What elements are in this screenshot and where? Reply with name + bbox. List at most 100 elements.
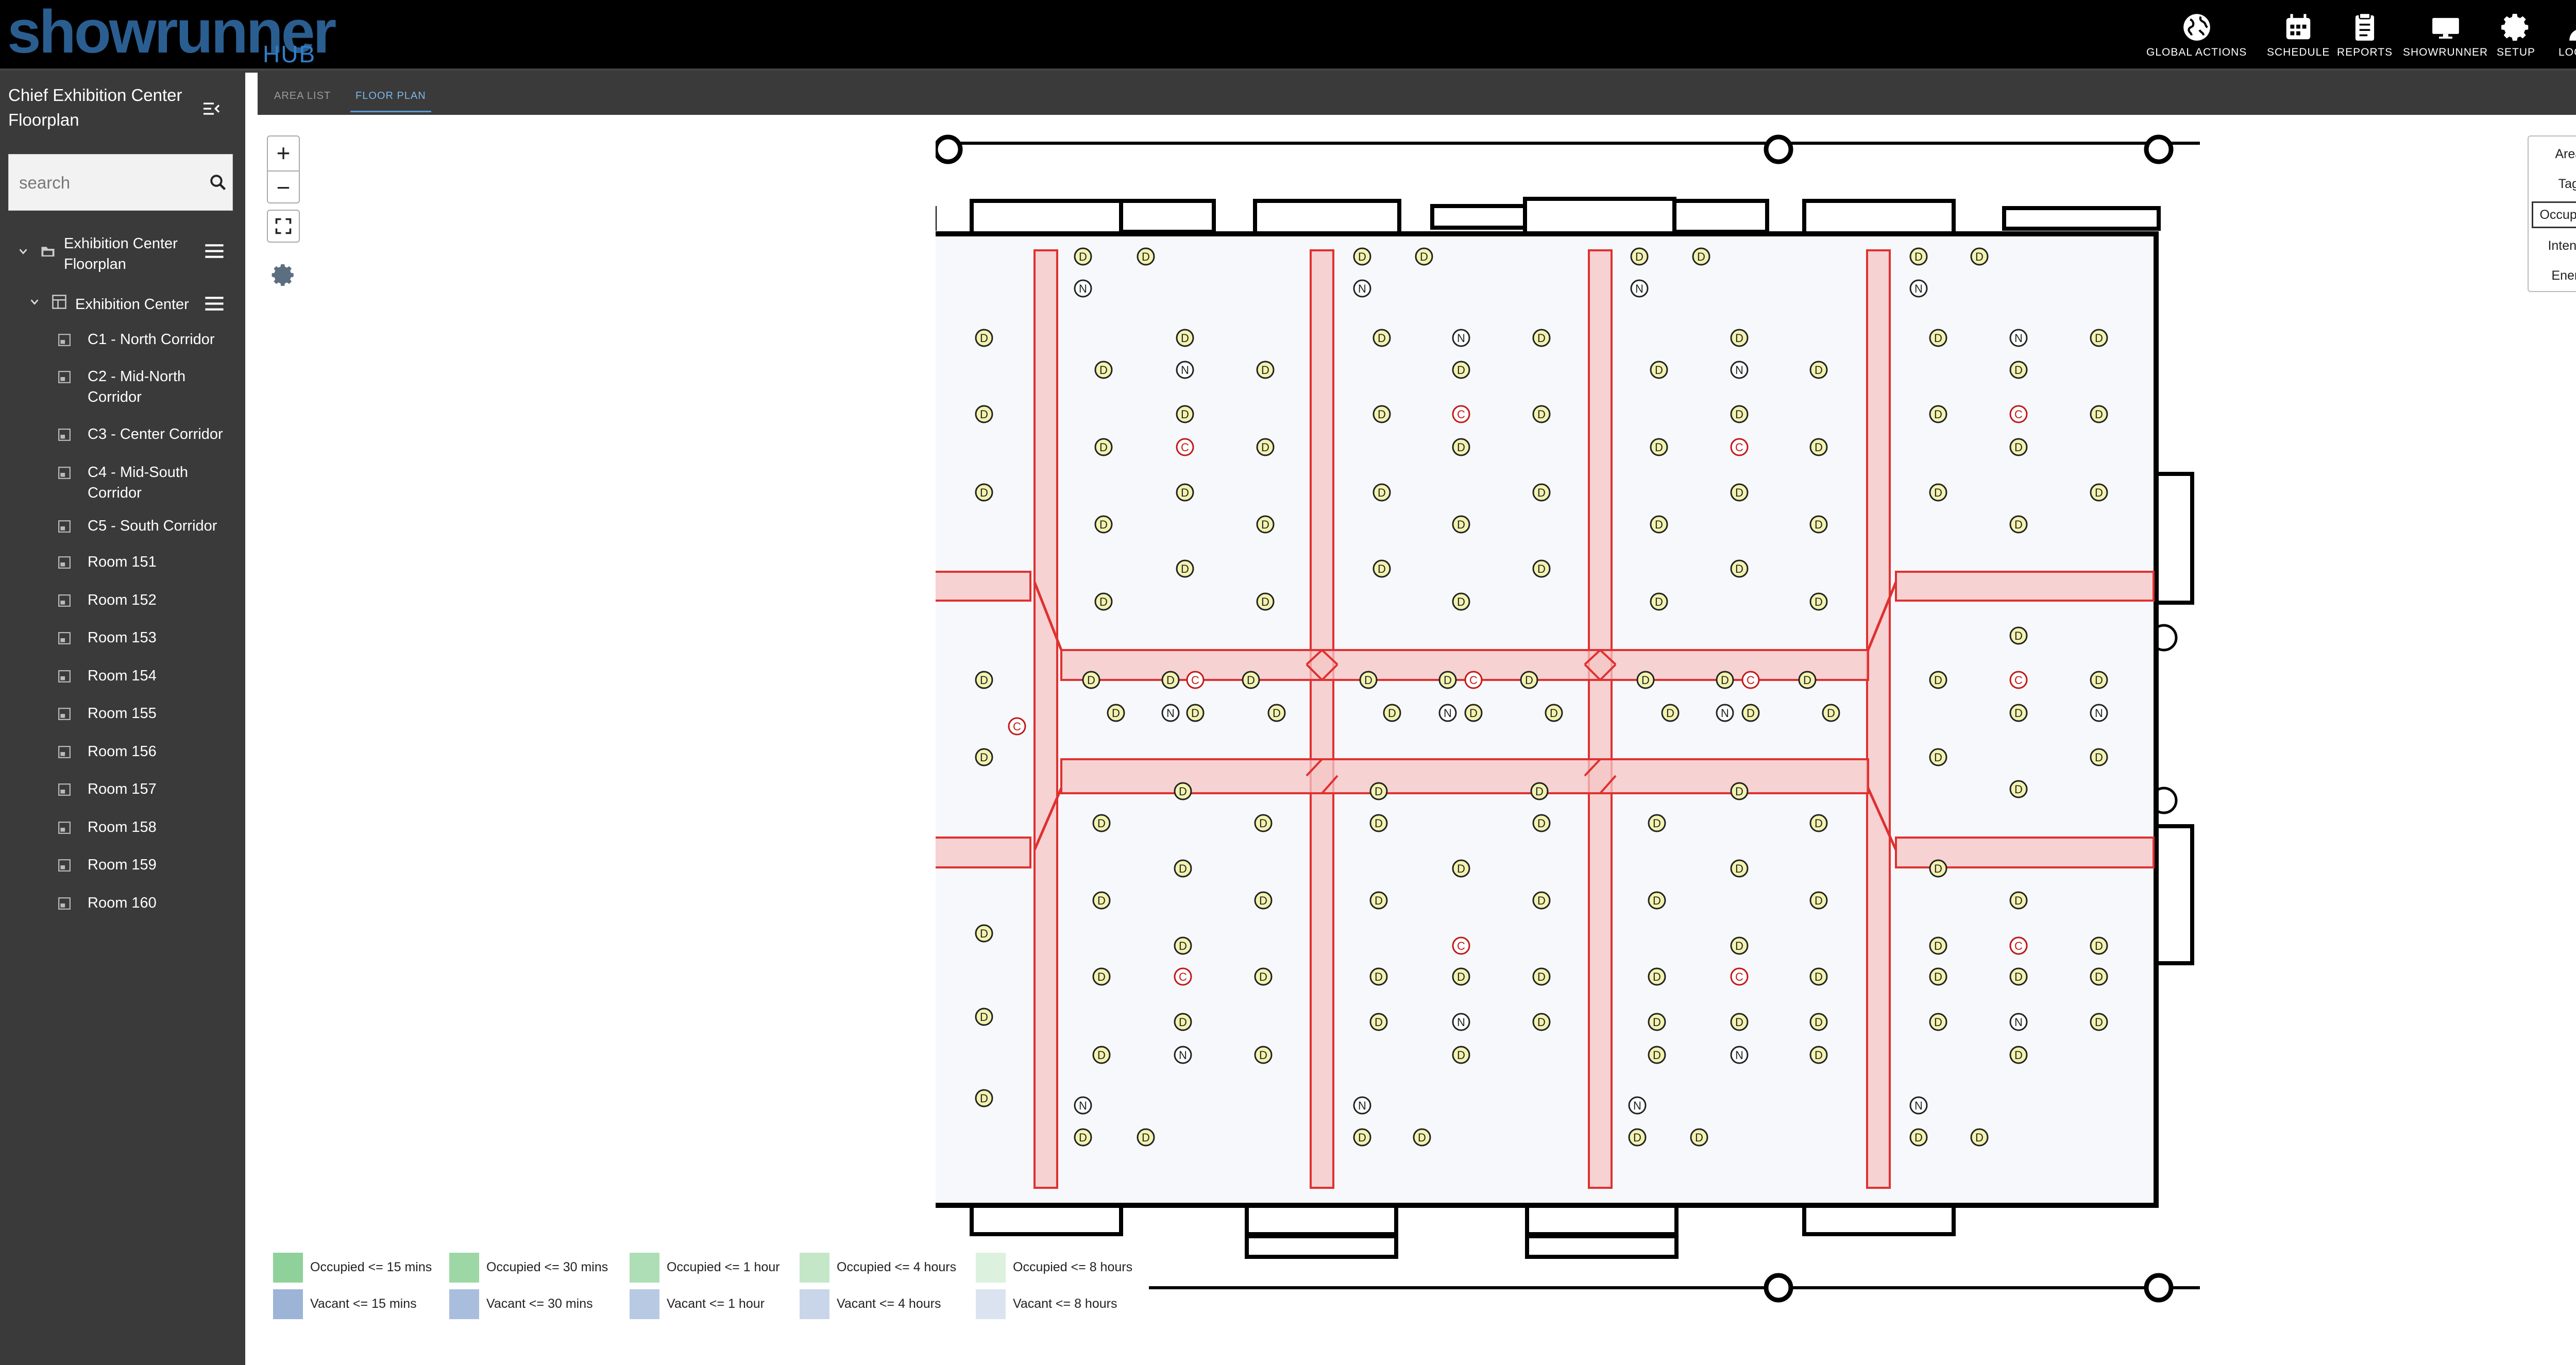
daylight-sensor-marker: D [1690,1128,1708,1147]
zoom-in-button[interactable]: + [268,136,299,169]
nav-schedule[interactable]: SCHEDULE [2267,11,2330,63]
tree-item-label: Exhibition Center Floorplan [64,235,178,272]
sensor-letter: D [1735,1016,1743,1029]
clipboard-icon [2355,12,2375,41]
daylight-sensor-marker: D [1909,1128,1928,1147]
network-node-marker: N [1174,1046,1192,1064]
nav-label: REPORTS [2337,46,2393,58]
sensor-letter: D [980,927,988,940]
daylight-sensor-marker: D [1929,967,1947,986]
daylight-sensor-marker: D [1369,814,1388,832]
nav-logout[interactable]: LOGOUT [2558,11,2576,63]
daylight-sensor-marker: D [1137,1128,1155,1147]
room-icon [58,520,71,533]
sensor-letter: D [1633,1131,1641,1144]
sensor-letter: D [2014,629,2023,642]
controller-marker: C [1174,967,1192,986]
room-icon [58,429,71,441]
layer-areas[interactable]: Areas [2532,141,2576,167]
sensor-letter: D [1653,1049,1661,1062]
daylight-sensor-marker: D [1636,671,1655,689]
sensor-letter: D [1259,894,1267,907]
sensor-letter: D [1388,707,1396,720]
nav-showrunner[interactable]: SHOWRUNNER [2403,11,2488,63]
zoom-controls: + − [267,135,300,203]
daylight-sensor-marker: D [1254,891,1273,910]
network-node-marker: N [1730,361,1749,379]
chevron-down-icon[interactable] [29,296,40,308]
network-node-marker: N [2009,1013,2028,1031]
tab-area-list[interactable]: AREA LIST [274,90,331,102]
nav-global-actions[interactable]: GLOBAL ACTIONS [2146,11,2247,63]
search-box [8,154,233,211]
floor-plan-map[interactable]: D D N D D N D D N D D N D D N D N D D D C D D D D D D D N D D D C D D D D D D D… [936,124,2450,1360]
legend-label: Occupied <= 8 hours [1013,1260,1133,1274]
daylight-sensor-marker: D [975,1089,993,1107]
sensor-letter: D [1934,970,1942,983]
chevron-down-icon[interactable] [18,246,29,257]
column-marker [1764,1273,1793,1303]
fullscreen-button[interactable] [267,210,300,243]
vertical-corridor [1866,249,1891,1189]
tab-floor-plan[interactable]: FLOOR PLAN [350,90,431,112]
daylight-sensor-marker: D [1650,438,1668,456]
sidebar-title: Chief Exhibition Center Floorplan [8,86,182,129]
sensor-letter: D [1934,408,1942,421]
search-input[interactable] [19,170,189,196]
network-node-marker: N [2090,704,2108,722]
daylight-sensor-marker: D [1929,405,1947,423]
layer-occupancy[interactable]: Occupancy [2532,201,2576,228]
network-node-marker: N [1730,1046,1749,1064]
legend-swatch [976,1289,1006,1319]
daylight-sensor-marker: D [1452,592,1470,611]
daylight-sensor-marker: D [1630,247,1649,266]
sensor-letter: D [1457,970,1465,983]
daylight-sensor-marker: D [1369,967,1388,986]
room-label: Room 159 [88,857,157,873]
daylight-sensor-marker: D [1648,814,1666,832]
tree-item-exhibition-center-floorplan[interactable]: Exhibition Center Floorplan [0,233,245,285]
sensor-letter: D [1378,562,1386,575]
nav-reports[interactable]: REPORTS [2337,11,2393,63]
layer-energy[interactable]: Energy [2532,262,2576,289]
daylight-sensor-marker: D [1929,1013,1947,1031]
sensor-letter: D [1934,674,1942,687]
nav-setup[interactable]: SETUP [2497,11,2535,63]
daylight-sensor-marker: D [2009,967,2028,986]
daylight-sensor-marker: D [1372,559,1391,578]
daylight-sensor-marker: D [1730,859,1749,878]
daylight-sensor-marker: D [1452,361,1470,379]
daylight-sensor-marker: D [1822,704,1840,722]
daylight-sensor-marker: D [1438,671,1457,689]
sensor-letter: C [2014,408,2023,421]
layer-intensity[interactable]: Intensity [2532,232,2576,259]
daylight-sensor-marker: D [1628,1128,1647,1147]
sensor-letter: D [1747,707,1755,720]
sensor-letter: N [1358,1099,1366,1112]
network-node-marker: N [1628,1096,1647,1115]
map-settings-gear-icon[interactable] [271,262,297,288]
layer-tags[interactable]: Tags [2532,170,2576,197]
zoom-out-button[interactable]: − [268,170,299,203]
daylight-sensor-marker: D [2009,1046,2028,1064]
sensor-letter: D [1259,817,1267,830]
tree-item-exhibition-center[interactable]: Exhibition Center [0,291,245,317]
daylight-sensor-marker: D [1092,891,1111,910]
sensor-letter: N [1635,282,1643,295]
network-node-marker: N [1452,329,1470,347]
hamburger-menu-icon[interactable] [204,243,225,259]
daylight-sensor-marker: D [1929,671,1947,689]
daylight-sensor-marker: D [1452,1046,1470,1064]
hamburger-menu-icon[interactable] [204,295,225,312]
daylight-sensor-marker: D [975,483,993,502]
daylight-sensor-marker: D [1413,1128,1431,1147]
sensor-letter: D [1099,595,1108,608]
collapse-sidebar-icon[interactable] [201,98,222,119]
sensor-letter: D [1181,562,1189,575]
sensor-letter: D [1827,707,1835,720]
search-icon[interactable] [209,173,227,192]
daylight-sensor-marker: D [1909,247,1928,266]
sensor-letter: D [1375,1016,1383,1029]
layer-panel: Areas Tags Occupancy Intensity Energy [2528,135,2576,292]
showrunner-hub-logo[interactable]: showrunner HUB [7,0,337,67]
